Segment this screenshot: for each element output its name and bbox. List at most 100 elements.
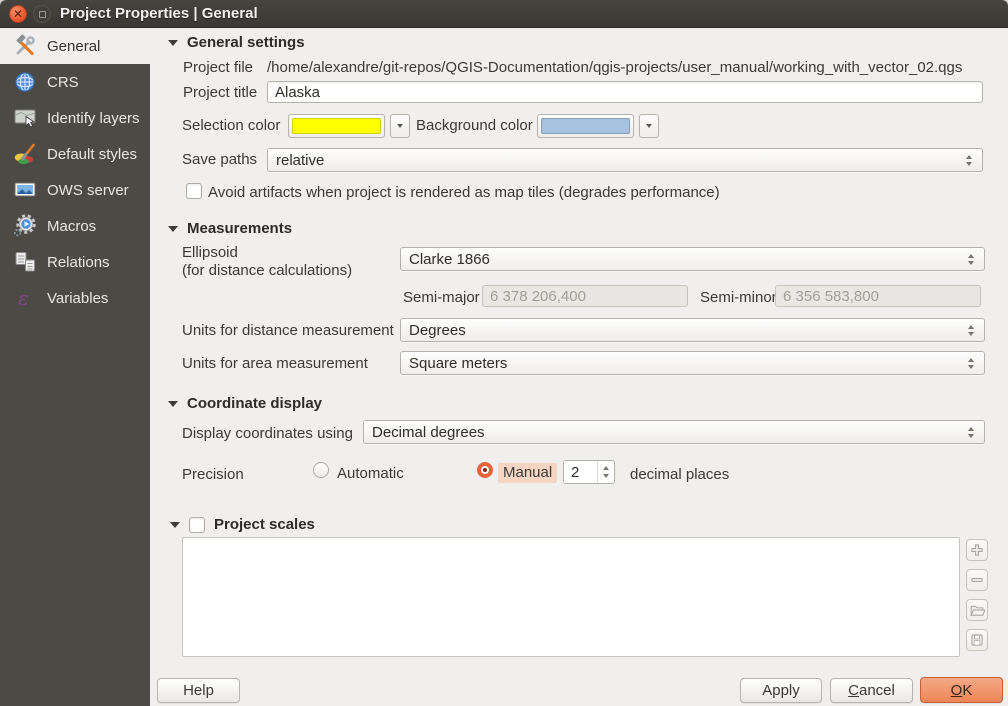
image-map-icon (12, 177, 38, 203)
section-header-general-settings: General settings (168, 34, 305, 51)
project-scales-checkbox[interactable] (189, 516, 205, 533)
gear-play-icon (12, 213, 38, 239)
chevron-down-icon (397, 124, 403, 128)
area-units-combobox[interactable]: Square meters (400, 351, 985, 375)
selection-color-button[interactable] (288, 114, 385, 138)
spinner-arrows-icon (968, 426, 976, 438)
background-color-swatch (541, 118, 630, 134)
section-header-project-scales: Project scales (170, 516, 315, 533)
cancel-button[interactable]: Cancel (830, 678, 913, 703)
project-title-label: Project title (183, 84, 258, 101)
button-label: Help (183, 682, 214, 699)
ok-button[interactable]: OK (920, 677, 1003, 703)
spinner-arrows-icon (968, 357, 976, 369)
sidebar-item-label: General (47, 37, 101, 55)
sidebar-item-default-styles[interactable]: Default styles (0, 136, 150, 172)
selection-color-label: Selection color (182, 117, 281, 134)
globe-icon (12, 69, 38, 95)
button-label: Apply (762, 682, 800, 699)
spin-up-icon[interactable] (603, 466, 609, 470)
sidebar-item-general[interactable]: General (0, 28, 150, 64)
section-title: Coordinate display (187, 395, 323, 412)
section-title: Measurements (187, 220, 293, 237)
project-file-value: /home/alexandre/git-repos/QGIS-Documenta… (267, 59, 963, 76)
sidebar-item-label: Variables (47, 289, 109, 307)
display-coordinates-label: Display coordinates using (182, 425, 353, 442)
distance-units-label: Units for distance measurement (182, 322, 394, 339)
section-header-measurements: Measurements (168, 220, 292, 237)
sidebar-item-variables[interactable]: ε Variables (0, 280, 150, 316)
semi-major-input (482, 285, 688, 307)
project-file-label: Project file (183, 59, 254, 76)
project-properties-dialog: ✕ Project Properties | General General C… (0, 0, 1008, 706)
collapse-triangle-icon[interactable] (168, 400, 178, 407)
background-color-label: Background color (416, 117, 533, 134)
combobox-value: Clarke 1866 (409, 250, 490, 268)
precision-automatic-radio[interactable] (313, 462, 329, 478)
open-folder-icon (970, 605, 985, 616)
project-scales-list[interactable] (182, 537, 960, 657)
help-button[interactable]: Help (157, 678, 240, 703)
wrench-hammer-icon (12, 33, 38, 59)
button-label: Cancel (848, 682, 895, 699)
sidebar-item-identify-layers[interactable]: Identify layers (0, 100, 150, 136)
close-icon[interactable]: ✕ (9, 5, 27, 23)
sidebar-item-label: OWS server (47, 181, 129, 199)
save-scales-button[interactable] (966, 629, 988, 651)
area-units-label: Units for area measurement (182, 355, 368, 372)
paintbrush-icon (12, 141, 38, 167)
semi-minor-label: Semi-minor (700, 289, 777, 306)
avoid-artifacts-checkbox[interactable] (186, 183, 202, 199)
sidebar-item-ows-server[interactable]: OWS server (0, 172, 150, 208)
remove-icon (971, 578, 983, 582)
semi-minor-input (775, 285, 981, 307)
avoid-artifacts-label: Avoid artifacts when project is rendered… (208, 184, 720, 201)
semi-major-label: Semi-major (403, 289, 480, 306)
save-paths-combobox[interactable]: relative (267, 148, 983, 172)
precision-manual-label: Manual (498, 463, 558, 483)
distance-units-combobox[interactable]: Degrees (400, 318, 985, 342)
spinner-arrows-icon (968, 324, 976, 336)
save-paths-label: Save paths (182, 151, 258, 168)
maximize-icon[interactable] (33, 5, 51, 23)
precision-spinbox[interactable] (563, 460, 615, 484)
sidebar-item-label: Relations (47, 253, 110, 271)
selection-color-dropdown-button[interactable] (390, 114, 410, 138)
collapse-triangle-icon[interactable] (170, 521, 180, 528)
precision-manual-radio[interactable] (477, 462, 493, 478)
ellipsoid-label-line2: (for distance calculations) (182, 262, 353, 279)
ellipsoid-combobox[interactable]: Clarke 1866 (400, 247, 985, 271)
tables-icon (12, 249, 38, 275)
sidebar-item-relations[interactable]: Relations (0, 244, 150, 280)
background-color-dropdown-button[interactable] (639, 114, 659, 138)
background-color-button[interactable] (537, 114, 634, 138)
spin-down-icon[interactable] (603, 474, 609, 478)
spinner-arrows-icon (966, 154, 974, 166)
sidebar-item-macros[interactable]: Macros (0, 208, 150, 244)
precision-value-input[interactable] (564, 463, 597, 481)
sidebar-item-label: Macros (47, 217, 97, 235)
project-title-input[interactable] (267, 81, 983, 103)
decimal-places-label: decimal places (630, 466, 730, 483)
button-label: OK (950, 681, 973, 699)
titlebar: ✕ Project Properties | General (0, 0, 1008, 28)
spinbox-arrows[interactable] (597, 461, 614, 483)
sidebar: General CRS Identify layers Default styl… (0, 28, 150, 706)
load-scales-button[interactable] (966, 599, 988, 621)
maximize-glyph (38, 10, 46, 18)
save-icon (971, 634, 983, 646)
display-coordinates-combobox[interactable]: Decimal degrees (363, 420, 985, 444)
apply-button[interactable]: Apply (740, 678, 822, 703)
section-header-coordinate-display: Coordinate display (168, 395, 322, 412)
sidebar-item-label: CRS (47, 73, 79, 91)
sidebar-item-crs[interactable]: CRS (0, 64, 150, 100)
content-panel: General settings Project file /home/alex… (150, 28, 1008, 706)
remove-scale-button[interactable] (966, 569, 988, 591)
collapse-triangle-icon[interactable] (168, 225, 178, 232)
svg-text:ε: ε (18, 286, 29, 310)
collapse-triangle-icon[interactable] (168, 39, 178, 46)
combobox-value: Square meters (409, 354, 508, 372)
add-scale-button[interactable] (966, 539, 988, 561)
combobox-value: Degrees (409, 321, 466, 339)
epsilon-icon: ε (12, 285, 38, 311)
